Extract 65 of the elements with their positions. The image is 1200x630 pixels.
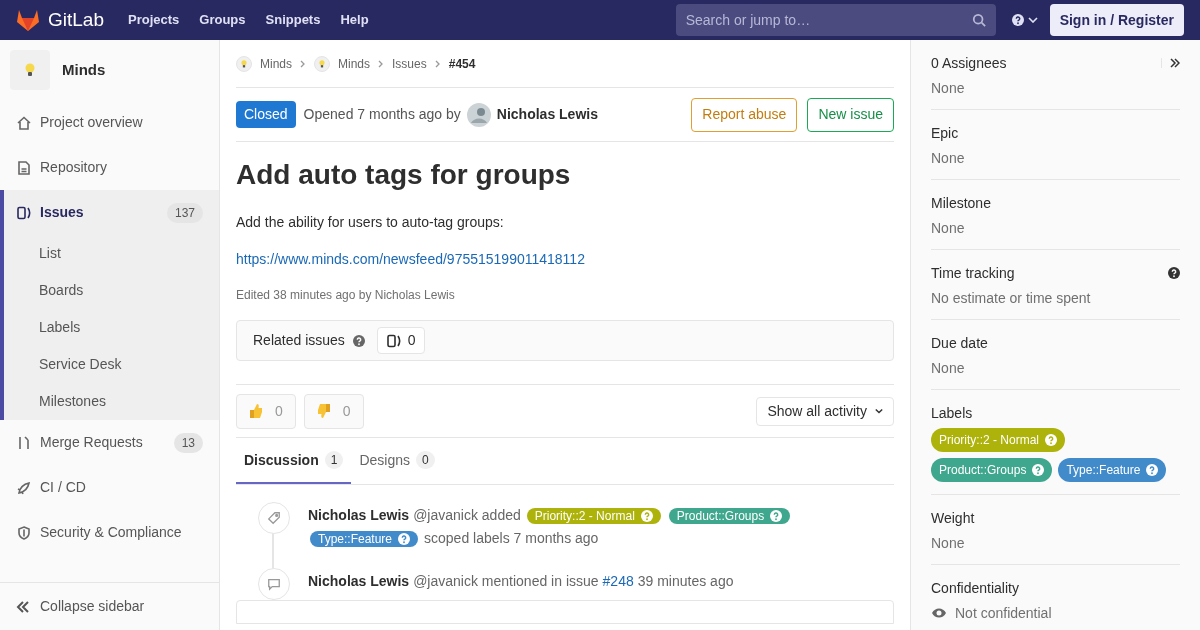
sign-in-button[interactable]: Sign in / Register [1049,4,1184,36]
issue-reference-link[interactable]: #248 [602,570,634,593]
label-tag[interactable]: Type::Feature [310,531,419,547]
nav-link[interactable]: Help [340,10,369,30]
sidebar-subitem[interactable]: Labels [4,309,219,346]
note-time: scoped labels 7 months ago [424,529,599,548]
author-name[interactable]: Nicholas Lewis [496,104,598,125]
section-value: Not confidential [955,604,1052,622]
breadcrumb-link[interactable]: #454 [448,54,476,73]
section-value: None [931,149,965,167]
search-field[interactable]: Search or jump to… [675,4,996,36]
note-text: @javanick added [413,506,521,525]
note-author[interactable]: Nicholas Lewis [308,570,410,593]
discussion-tab[interactable]: Discussion 1 [236,438,352,484]
nav-link[interactable]: Snippets [265,10,321,30]
breadcrumb-link[interactable]: Issues [392,54,427,73]
breadcrumb-link[interactable]: Minds [260,54,292,73]
sidebar-subitem[interactable]: Service Desk [4,346,219,383]
sidebar-subitem[interactable]: Milestones [4,383,219,420]
new-issue-button[interactable]: New issue [807,97,894,132]
sidebar-item[interactable]: Project overview [0,100,219,145]
section-value: None [931,219,965,237]
section-title: Due date [931,334,988,352]
section-value: None [931,359,965,377]
sidebar-item[interactable]: Merge Requests 13 [0,420,219,465]
section-title: Labels [931,404,973,422]
status-badge: Closed [236,101,296,128]
opened-text: Opened 7 months ago by [303,105,461,124]
section-title: Epic [931,124,959,142]
note-author[interactable]: Nicholas Lewis [308,504,410,527]
sidebar-subitem[interactable]: Boards [4,272,219,309]
related-issues-title: Related issues [253,331,345,350]
section-value: None [931,79,965,97]
brand-name: GitLab [48,7,104,32]
section-title: 0 Assignees [931,54,1007,72]
count-badge: 137 [166,202,203,223]
sidebar-item[interactable]: Issues 137 [4,190,219,235]
nav-link[interactable]: Groups [199,10,246,30]
section-title: Confidentiality [931,579,1019,597]
section-title: Milestone [931,194,991,212]
issue-link[interactable]: https://www.minds.com/newsfeed/975515199011418112 [236,249,894,270]
breadcrumb-link[interactable]: Minds [338,54,371,73]
activity-filter-dropdown[interactable]: Show all activity [756,396,894,426]
section-title: Time tracking [931,264,1015,282]
sidebar-subitem[interactable]: List [4,235,219,272]
sidebar-item[interactable]: Security & Compliance [0,510,219,555]
count-badge: 0 [416,451,435,469]
section-title: Weight [931,509,975,527]
section-value: None [931,534,965,552]
nav-link[interactable]: Projects [128,10,180,30]
note-time: 39 minutes ago [637,572,734,591]
related-count-badge: 0 [376,327,425,354]
count-badge: 13 [173,432,203,453]
edited-note: Edited 38 minutes ago by Nicholas Lewis [236,287,456,304]
section-value: No estimate or time spent [931,289,1091,307]
sidebar-item[interactable]: Repository [0,145,219,190]
discussion-tab[interactable]: Designs 0 [351,438,443,484]
count-badge: 1 [324,451,344,469]
collapse-sidebar-button[interactable]: Collapse sidebar [0,582,219,630]
project-name[interactable]: Minds [62,58,106,82]
sidebar-item[interactable]: CI / CD [0,465,219,510]
label-tag[interactable]: Type::Feature [1058,458,1167,482]
issue-description: Add the ability for users to auto-tag groups: [236,213,505,232]
issue-title: Add auto tags for groups [236,158,572,192]
note-text: @javanick mentioned in issue [413,572,599,591]
